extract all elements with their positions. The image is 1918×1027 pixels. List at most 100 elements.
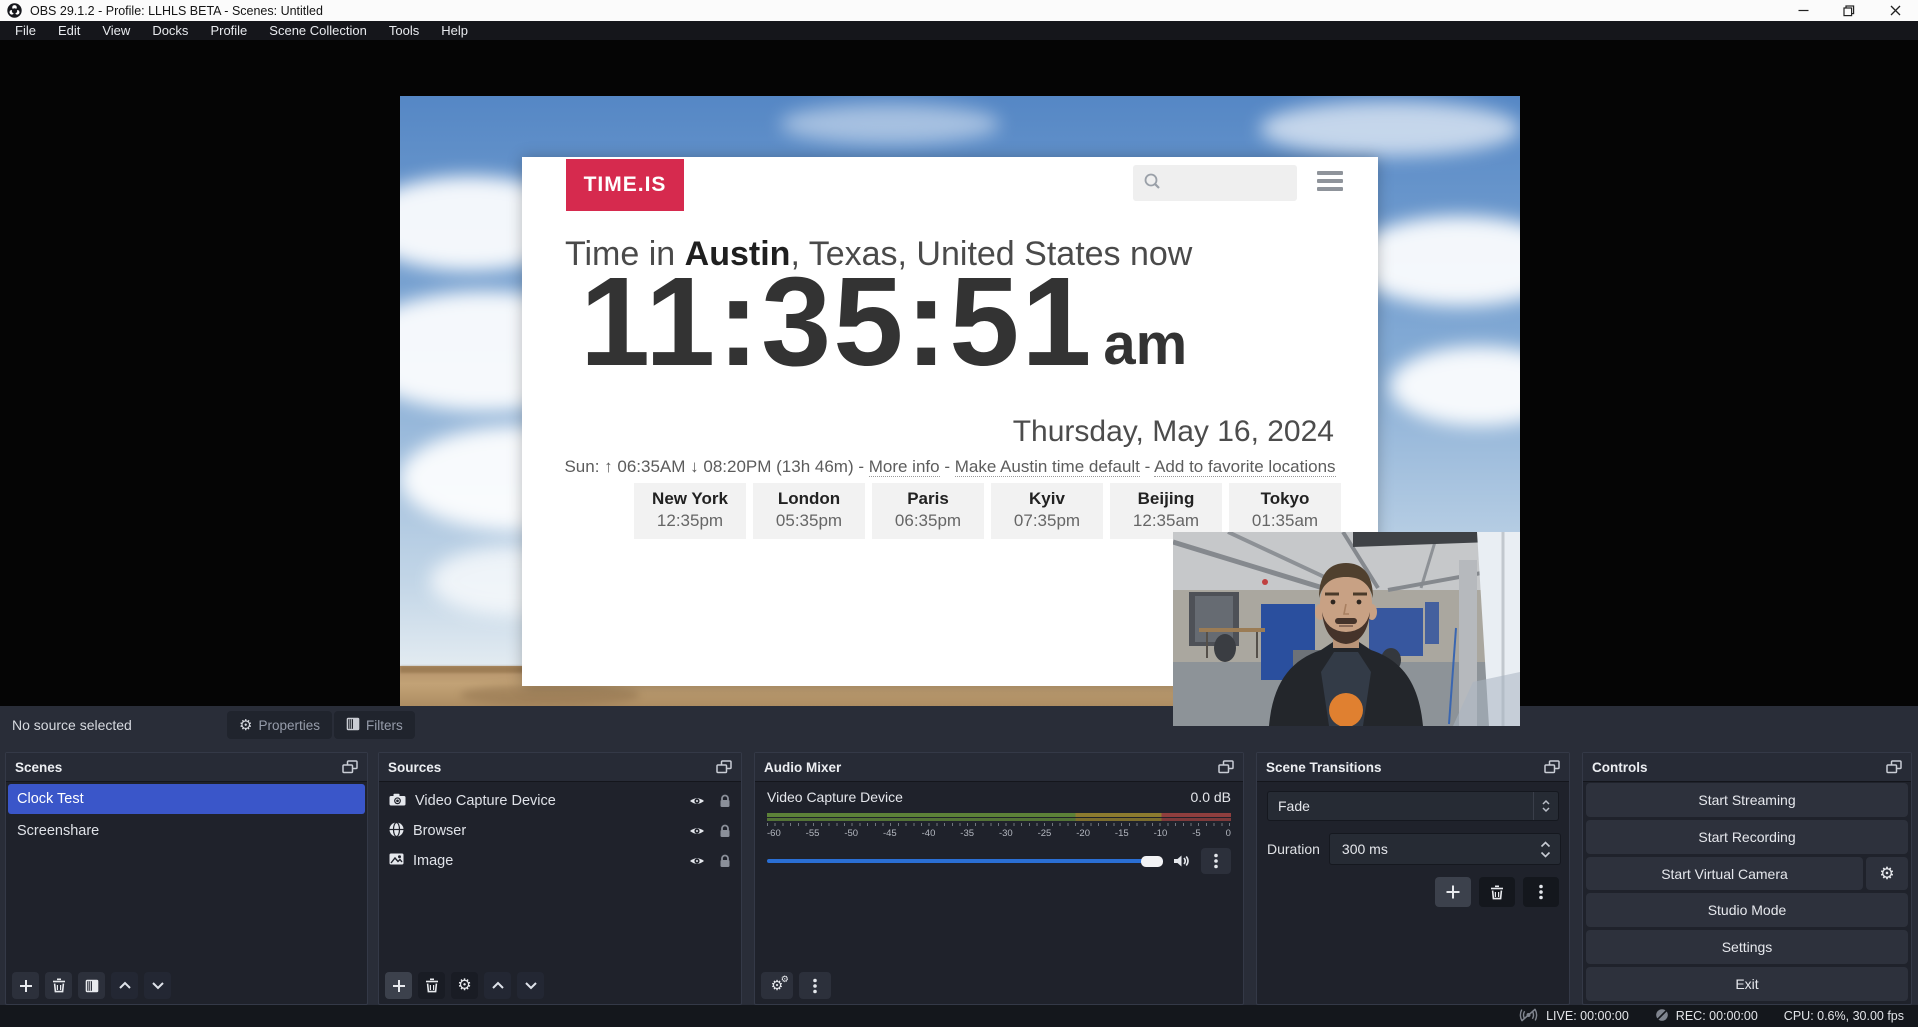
- eye-icon[interactable]: [689, 855, 705, 867]
- minimize-button[interactable]: [1780, 0, 1826, 21]
- search-input[interactable]: [1133, 165, 1297, 201]
- clock-time: 11:35:51: [580, 253, 1093, 392]
- select-chevrons-icon: [1533, 792, 1558, 820]
- city-card[interactable]: Beijing12:35am: [1110, 483, 1222, 539]
- record-icon: [1655, 1008, 1669, 1025]
- speaker-icon[interactable]: [1173, 854, 1191, 868]
- add-source-button[interactable]: [385, 972, 412, 999]
- lock-icon[interactable]: [719, 824, 731, 838]
- scenes-panel-title: Scenes: [15, 760, 62, 775]
- city-card[interactable]: London05:35pm: [753, 483, 865, 539]
- popout-icon[interactable]: [1886, 760, 1902, 774]
- start-recording-button[interactable]: Start Recording: [1586, 820, 1908, 854]
- volume-meter: -60-55-50-45-40-35-30-25-20-15-10-50: [767, 813, 1231, 839]
- sources-panel-title: Sources: [388, 760, 441, 775]
- transition-properties-button[interactable]: [1523, 877, 1559, 907]
- window-title: OBS 29.1.2 - Profile: LLHLS BETA - Scene…: [30, 4, 323, 18]
- make-default-link[interactable]: Make Austin time default: [955, 457, 1140, 477]
- move-source-up-button[interactable]: [484, 972, 511, 999]
- menu-file[interactable]: File: [4, 21, 47, 40]
- move-scene-up-button[interactable]: [111, 972, 138, 999]
- scene-item-screenshare[interactable]: Screenshare: [8, 816, 365, 846]
- controls-panel-title: Controls: [1592, 760, 1648, 775]
- lock-icon[interactable]: [719, 794, 731, 808]
- spin-down-icon: [1540, 851, 1551, 858]
- eye-icon[interactable]: [689, 795, 705, 807]
- city-card[interactable]: Tokyo01:35am: [1229, 483, 1341, 539]
- obs-logo-icon: [7, 3, 22, 18]
- source-item-browser[interactable]: Browser: [379, 816, 741, 846]
- volume-slider-handle[interactable]: [1141, 856, 1163, 867]
- exit-button[interactable]: Exit: [1586, 967, 1908, 1001]
- scene-item-clock-test[interactable]: Clock Test: [8, 784, 365, 814]
- eye-icon[interactable]: [689, 825, 705, 837]
- menu-help[interactable]: Help: [430, 21, 479, 40]
- restore-button[interactable]: [1826, 0, 1872, 21]
- preview-background: TIME.IS Time in Austin, Texas, United St…: [0, 40, 1918, 706]
- filter-icon: [346, 717, 360, 734]
- filters-button[interactable]: Filters: [334, 711, 415, 739]
- add-scene-button[interactable]: [12, 972, 39, 999]
- source-toolbar: No source selected ⚙ Properties Filters: [0, 706, 1918, 744]
- webcam-overlay[interactable]: [1173, 532, 1520, 726]
- globe-icon: [389, 822, 404, 841]
- source-item-video-capture[interactable]: Video Capture Device: [379, 786, 741, 816]
- menu-profile[interactable]: Profile: [199, 21, 258, 40]
- more-info-link[interactable]: More info: [869, 457, 940, 477]
- search-icon: [1143, 172, 1161, 195]
- volume-slider[interactable]: [767, 859, 1163, 863]
- studio-mode-button[interactable]: Studio Mode: [1586, 893, 1908, 927]
- transitions-panel-title: Scene Transitions: [1266, 760, 1382, 775]
- duration-spinner[interactable]: 300 ms: [1329, 833, 1561, 865]
- sources-panel: Sources Video Capture Device Browser Ima…: [378, 752, 742, 1005]
- city-card[interactable]: Paris06:35pm: [872, 483, 984, 539]
- clock-meridiem: am: [1103, 311, 1187, 392]
- remove-transition-button[interactable]: [1479, 877, 1515, 907]
- start-streaming-button[interactable]: Start Streaming: [1586, 783, 1908, 817]
- scene-filters-button[interactable]: [78, 972, 105, 999]
- mixer-channel-options-button[interactable]: [1201, 848, 1231, 874]
- remove-source-button[interactable]: [418, 972, 445, 999]
- start-virtual-camera-button[interactable]: Start Virtual Camera: [1586, 857, 1863, 891]
- sun-info-line: Sun: ↑ 06:35AM ↓ 08:20PM (13h 46m) - Mor…: [522, 457, 1378, 477]
- settings-button[interactable]: Settings: [1586, 930, 1908, 964]
- move-scene-down-button[interactable]: [144, 972, 171, 999]
- gear-icon: ⚙: [457, 978, 471, 994]
- gears-icon: ⚙⚙: [771, 977, 784, 995]
- virtual-camera-settings-button[interactable]: ⚙: [1866, 857, 1908, 891]
- city-card[interactable]: New York12:35pm: [634, 483, 746, 539]
- menu-edit[interactable]: Edit: [47, 21, 91, 40]
- broadcast-icon: [1518, 1008, 1539, 1025]
- menu-view[interactable]: View: [91, 21, 141, 40]
- advanced-audio-button[interactable]: ⚙⚙: [761, 972, 793, 999]
- add-favorite-link[interactable]: Add to favorite locations: [1154, 457, 1335, 477]
- hamburger-menu-icon[interactable]: [1317, 171, 1343, 191]
- menu-tools[interactable]: Tools: [378, 21, 430, 40]
- popout-icon[interactable]: [1544, 760, 1560, 774]
- city-card[interactable]: Kyiv07:35pm: [991, 483, 1103, 539]
- add-transition-button[interactable]: [1435, 877, 1471, 907]
- popout-icon[interactable]: [342, 760, 358, 774]
- current-date: Thursday, May 16, 2024: [1013, 415, 1334, 449]
- program-preview[interactable]: TIME.IS Time in Austin, Texas, United St…: [400, 96, 1520, 726]
- popout-icon[interactable]: [1218, 760, 1234, 774]
- timeis-logo[interactable]: TIME.IS: [566, 159, 684, 211]
- move-source-down-button[interactable]: [517, 972, 544, 999]
- popout-icon[interactable]: [716, 760, 732, 774]
- mixer-channel-name: Video Capture Device: [767, 789, 903, 805]
- obs-window: OBS 29.1.2 - Profile: LLHLS BETA - Scene…: [0, 0, 1918, 1027]
- menu-docks[interactable]: Docks: [141, 21, 199, 40]
- properties-button[interactable]: ⚙ Properties: [227, 711, 332, 739]
- duration-label: Duration: [1267, 841, 1320, 857]
- menu-scene-collection[interactable]: Scene Collection: [258, 21, 378, 40]
- transition-select[interactable]: Fade: [1267, 791, 1559, 821]
- menu-bar: File Edit View Docks Profile Scene Colle…: [0, 21, 1918, 40]
- lock-icon[interactable]: [719, 854, 731, 868]
- close-button[interactable]: [1872, 0, 1918, 21]
- source-properties-button[interactable]: ⚙: [451, 972, 478, 999]
- spin-up-icon: [1540, 841, 1551, 848]
- mixer-menu-button[interactable]: [799, 972, 831, 999]
- remove-scene-button[interactable]: [45, 972, 72, 999]
- source-item-image[interactable]: Image: [379, 846, 741, 876]
- image-icon: [389, 853, 404, 869]
